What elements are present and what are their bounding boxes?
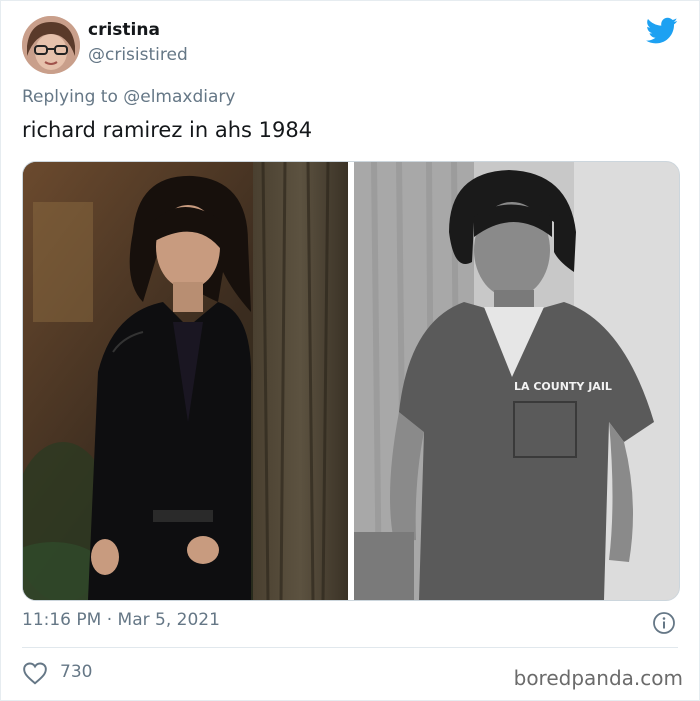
like-count[interactable]: 730 bbox=[60, 662, 92, 682]
reply-prefix: Replying to bbox=[22, 87, 118, 107]
watermark: boredpanda.com bbox=[513, 666, 683, 690]
divider bbox=[22, 647, 678, 648]
tweet-media[interactable]: LA COUNTY JAIL bbox=[22, 161, 680, 601]
avatar-image bbox=[22, 16, 80, 74]
right-photo[interactable]: LA COUNTY JAIL bbox=[354, 162, 679, 600]
tweet-timestamp[interactable]: 11:16 PM · Mar 5, 2021 bbox=[22, 610, 220, 630]
user-handle[interactable]: @crisistired bbox=[88, 45, 188, 65]
tweet-text: richard ramirez in ahs 1984 bbox=[22, 118, 313, 142]
jail-shirt-text: LA COUNTY JAIL bbox=[514, 380, 612, 393]
avatar[interactable] bbox=[22, 16, 80, 74]
left-photo[interactable] bbox=[23, 162, 348, 600]
left-photo-image bbox=[23, 162, 348, 600]
heart-icon[interactable] bbox=[22, 661, 48, 685]
display-name[interactable]: cristina bbox=[88, 20, 160, 40]
reply-context: Replying to @elmaxdiary bbox=[22, 87, 235, 107]
info-icon[interactable] bbox=[652, 611, 676, 635]
twitter-bird-icon[interactable] bbox=[646, 17, 678, 45]
reply-mention-link[interactable]: @elmaxdiary bbox=[123, 87, 235, 107]
right-photo-image: LA COUNTY JAIL bbox=[354, 162, 679, 600]
